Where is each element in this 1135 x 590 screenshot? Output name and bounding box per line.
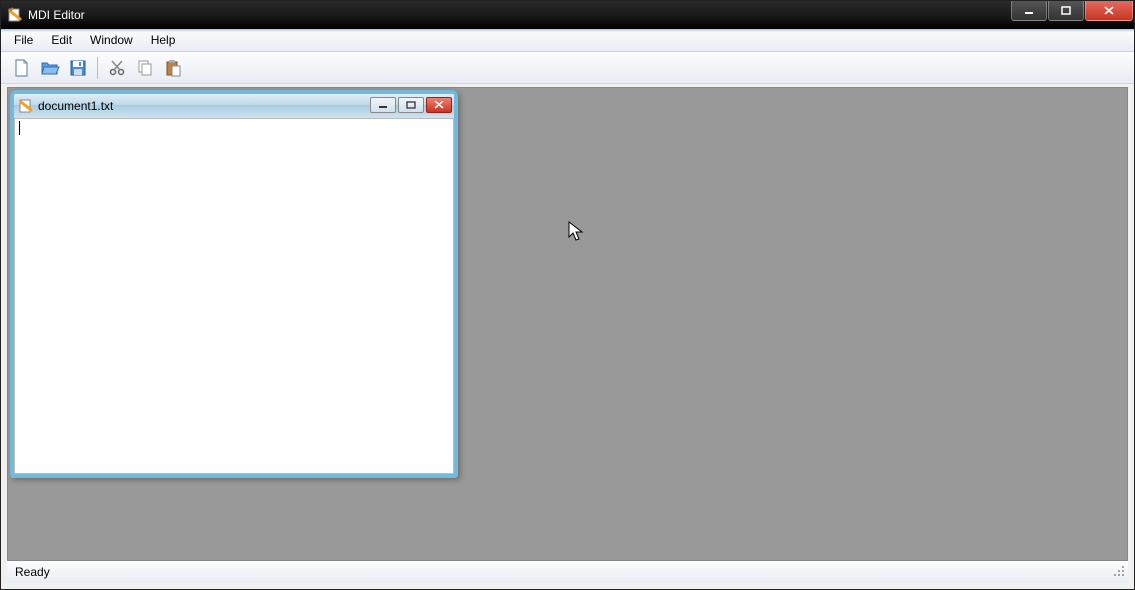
paste-icon bbox=[163, 58, 183, 78]
menubar: File Edit Window Help bbox=[1, 29, 1134, 52]
minimize-icon bbox=[378, 101, 388, 109]
child-maximize-button[interactable] bbox=[398, 97, 424, 113]
titlebar[interactable]: MDI Editor bbox=[1, 1, 1134, 29]
main-window: MDI Editor File Edit Window Help bbox=[0, 0, 1135, 590]
close-button[interactable] bbox=[1085, 1, 1133, 21]
resize-grip-icon[interactable] bbox=[1112, 564, 1126, 581]
menu-help[interactable]: Help bbox=[142, 31, 185, 49]
mdi-area[interactable]: document1.txt bbox=[7, 87, 1128, 561]
minimize-button[interactable] bbox=[1011, 1, 1047, 21]
child-window-controls bbox=[370, 97, 452, 113]
toolbar bbox=[1, 52, 1134, 84]
document-icon bbox=[18, 98, 34, 114]
child-title: document1.txt bbox=[38, 99, 113, 113]
save-icon bbox=[68, 58, 88, 78]
maximize-icon bbox=[1061, 6, 1071, 16]
app-icon bbox=[7, 7, 23, 23]
child-close-button[interactable] bbox=[426, 97, 452, 113]
close-icon bbox=[1103, 6, 1115, 16]
maximize-icon bbox=[406, 101, 416, 109]
child-minimize-button[interactable] bbox=[370, 97, 396, 113]
copy-button[interactable] bbox=[132, 55, 158, 81]
close-icon bbox=[434, 101, 444, 109]
copy-icon bbox=[135, 58, 155, 78]
toolbar-separator bbox=[97, 57, 98, 79]
window-controls bbox=[1011, 1, 1134, 21]
text-editor[interactable] bbox=[14, 118, 454, 474]
child-titlebar[interactable]: document1.txt bbox=[14, 94, 454, 118]
status-text: Ready bbox=[15, 565, 50, 579]
paste-button[interactable] bbox=[160, 55, 186, 81]
scissors-icon bbox=[107, 58, 127, 78]
open-button[interactable] bbox=[37, 55, 63, 81]
statusbar: Ready bbox=[7, 561, 1128, 583]
text-cursor bbox=[19, 121, 20, 135]
save-button[interactable] bbox=[65, 55, 91, 81]
child-window[interactable]: document1.txt bbox=[10, 90, 458, 478]
new-button[interactable] bbox=[9, 55, 35, 81]
new-file-icon bbox=[12, 58, 32, 78]
menu-file[interactable]: File bbox=[5, 31, 42, 49]
menu-window[interactable]: Window bbox=[81, 31, 142, 49]
minimize-icon bbox=[1024, 6, 1034, 16]
open-folder-icon bbox=[40, 58, 60, 78]
cut-button[interactable] bbox=[104, 55, 130, 81]
menu-edit[interactable]: Edit bbox=[42, 31, 81, 49]
maximize-button[interactable] bbox=[1048, 1, 1084, 21]
app-title: MDI Editor bbox=[28, 8, 85, 22]
